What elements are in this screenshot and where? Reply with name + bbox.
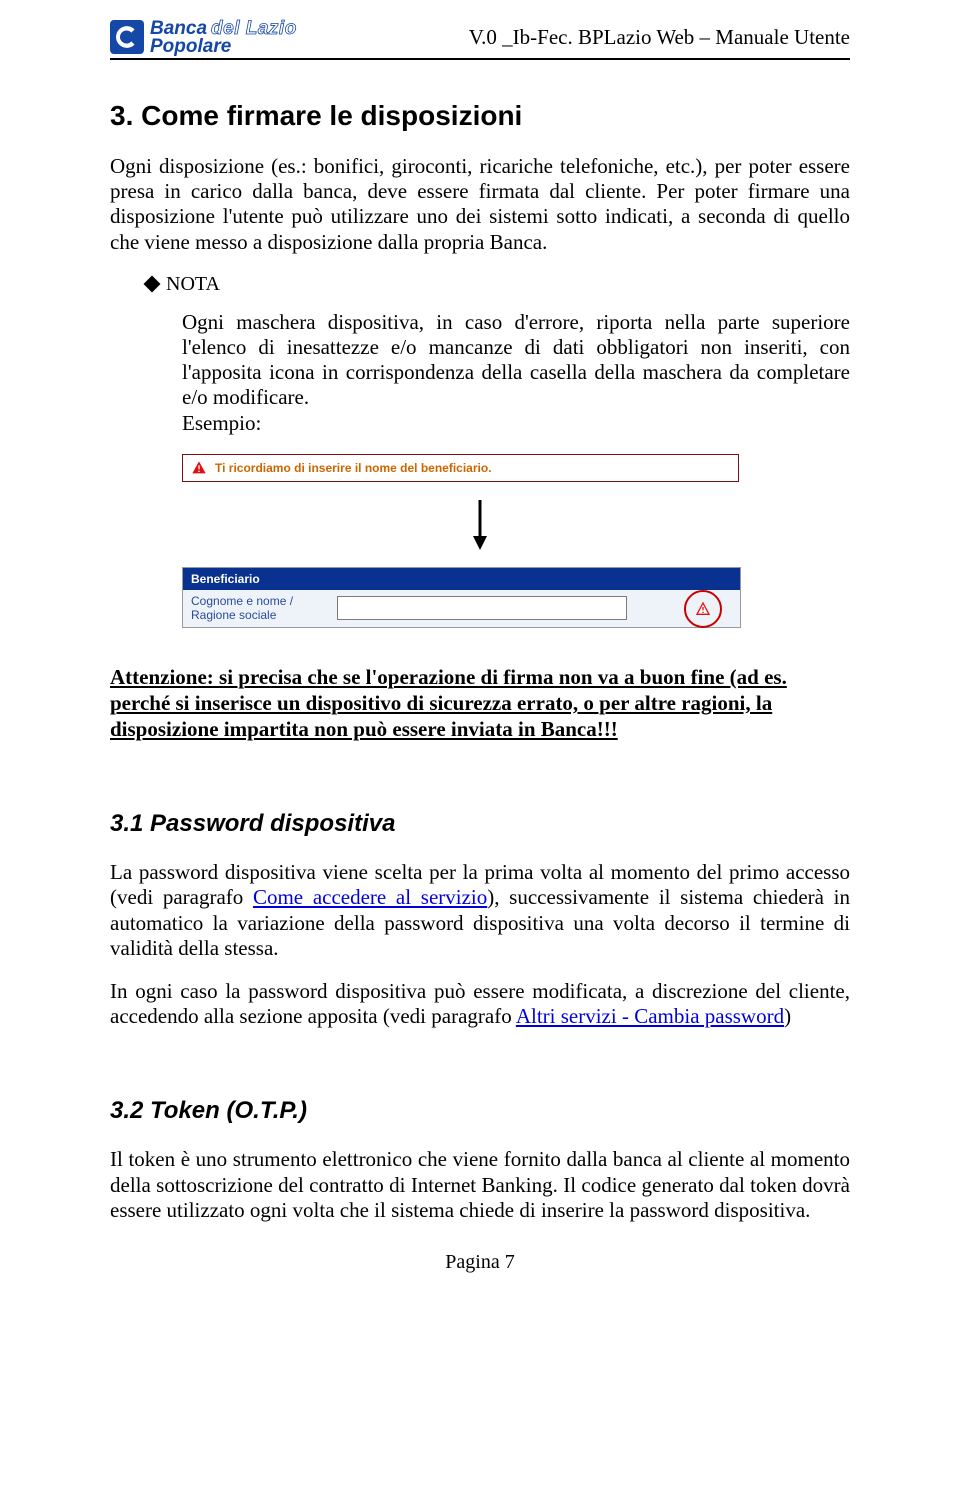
- doc-title: V.0 _Ib-Fec. BPLazio Web – Manuale Utent…: [469, 25, 850, 50]
- arrow-down-icon: [110, 500, 850, 561]
- diamond-bullet-icon: [144, 276, 161, 293]
- beneficiario-field-label: Cognome e nome / Ragione sociale: [183, 590, 329, 627]
- section-3-intro: Ogni disposizione (es.: bonifici, giroco…: [110, 154, 850, 255]
- header-rule: [110, 58, 850, 60]
- logo-text: Banca del Lazio Popolare: [150, 18, 297, 56]
- page-number: Pagina 7: [110, 1251, 850, 1274]
- nota-esempio: Esempio:: [182, 411, 261, 435]
- attention-note: Attenzione: si precisa che se l'operazio…: [110, 664, 850, 743]
- logo-swirl-icon: [110, 20, 144, 54]
- warning-text: Ti ricordiamo di inserire il nome del be…: [215, 461, 492, 475]
- nota-body-text: Ogni maschera dispositiva, in caso d'err…: [182, 310, 850, 410]
- field-error-highlight: [684, 590, 722, 628]
- warning-triangle-icon: [695, 601, 711, 617]
- warning-banner: Ti ricordiamo di inserire il nome del be…: [182, 454, 739, 482]
- link-altri-servizi[interactable]: Altri servizi - Cambia password: [516, 1004, 784, 1028]
- section-3-1-para1: La password dispositiva viene scelta per…: [110, 860, 850, 961]
- nota-label: NOTA: [166, 273, 220, 296]
- section-3-2-title: 3.2 Token (O.T.P.): [110, 1097, 850, 1125]
- warning-triangle-icon: [191, 460, 207, 476]
- logo-word-popolare: Popolare: [150, 38, 297, 56]
- beneficiario-header: Beneficiario: [183, 568, 740, 590]
- beneficiario-widget: Beneficiario Cognome e nome / Ragione so…: [182, 567, 741, 628]
- nota-label-row: NOTA: [146, 273, 850, 296]
- bank-logo: Banca del Lazio Popolare: [110, 18, 297, 56]
- link-come-accedere[interactable]: Come accedere al servizio: [253, 885, 487, 909]
- section-3-1-title: 3.1 Password dispositiva: [110, 810, 850, 838]
- beneficiario-input[interactable]: [337, 596, 627, 620]
- section-3-2-para: Il token è uno strumento elettronico che…: [110, 1147, 850, 1223]
- section-3-title: 3. Come firmare le disposizioni: [110, 100, 850, 132]
- nota-block: NOTA Ogni maschera dispositiva, in caso …: [146, 273, 850, 436]
- page-header: Banca del Lazio Popolare V.0 _Ib-Fec. BP…: [110, 18, 850, 56]
- nota-body: Ogni maschera dispositiva, in caso d'err…: [182, 310, 850, 436]
- para2-b: ): [784, 1004, 791, 1028]
- section-3-1-para2: In ogni caso la password dispositiva può…: [110, 979, 850, 1029]
